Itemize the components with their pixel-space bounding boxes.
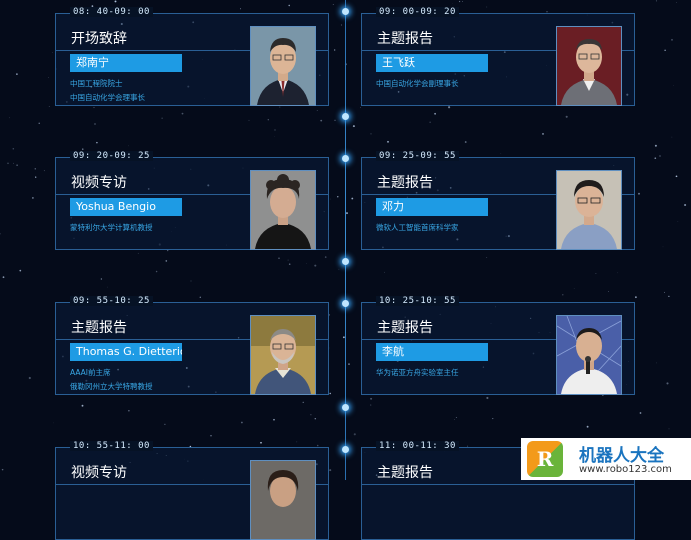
timeline-node <box>342 8 349 15</box>
speaker-description: 中国工程院院士中国自动化学会理事长 <box>70 77 145 105</box>
session-title: 主题报告 <box>71 317 127 337</box>
session-card[interactable]: 09: 25-09: 55 主题报告 邓力 微软人工智能首席科学家 <box>361 157 635 250</box>
session-title: 视频专访 <box>71 462 127 482</box>
site-watermark: R 机器人大全 www.robo123.com <box>521 438 691 480</box>
session-card[interactable]: 09: 00-09: 20 主题报告 王飞跃 中国自动化学会副理事长 <box>361 13 635 106</box>
timeline-node <box>342 446 349 453</box>
speaker-name: 李航 <box>376 343 488 361</box>
session-time: 10: 55-11: 00 <box>70 441 153 451</box>
session-title: 主题报告 <box>377 317 433 337</box>
timeline-node <box>342 404 349 411</box>
speaker-name: Thomas G. Dietterich <box>70 343 182 361</box>
watermark-logo: R <box>527 441 563 477</box>
watermark-url: www.robo123.com <box>579 464 672 475</box>
speaker-name: 邓力 <box>376 198 488 216</box>
session-time: 09: 25-09: 55 <box>376 151 459 161</box>
session-time: 11: 00-11: 30 <box>376 441 459 451</box>
session-time: 08: 40-09: 00 <box>70 7 153 17</box>
timeline-node <box>342 258 349 265</box>
speaker-photo <box>250 460 316 540</box>
timeline-node <box>342 113 349 120</box>
session-title: 主题报告 <box>377 28 433 48</box>
speaker-description: 蒙特利尔大学计算机教授 <box>70 221 153 235</box>
session-card[interactable]: 10: 55-11: 00 视频专访 <box>55 447 329 540</box>
session-time: 09: 55-10: 25 <box>70 296 153 306</box>
session-title: 主题报告 <box>377 462 433 482</box>
timeline-node <box>342 155 349 162</box>
speaker-photo <box>250 26 316 106</box>
speaker-photo <box>556 26 622 106</box>
session-time: 09: 20-09: 25 <box>70 151 153 161</box>
speaker-photo <box>556 315 622 395</box>
speaker-name: Yoshua Bengio <box>70 198 182 216</box>
speaker-description: AAAI前主席俄勒冈州立大学特聘教授 <box>70 366 153 394</box>
session-card[interactable]: 08: 40-09: 00 开场致辞 郑南宁 中国工程院院士中国自动化学会理事长 <box>55 13 329 106</box>
session-title: 开场致辞 <box>71 28 127 48</box>
watermark-title: 机器人大全 <box>579 441 664 466</box>
session-card[interactable]: 09: 55-10: 25 主题报告 Thomas G. Dietterich … <box>55 302 329 395</box>
session-card[interactable]: 09: 20-09: 25 视频专访 Yoshua Bengio 蒙特利尔大学计… <box>55 157 329 250</box>
speaker-name: 王飞跃 <box>376 54 488 72</box>
speaker-description: 微软人工智能首席科学家 <box>376 221 459 235</box>
speaker-description: 中国自动化学会副理事长 <box>376 77 459 91</box>
speaker-name: 郑南宁 <box>70 54 182 72</box>
session-time: 10: 25-10: 55 <box>376 296 459 306</box>
timeline-node <box>342 300 349 307</box>
session-title: 主题报告 <box>377 172 433 192</box>
session-title: 视频专访 <box>71 172 127 192</box>
speaker-photo <box>250 315 316 395</box>
session-time: 09: 00-09: 20 <box>376 7 459 17</box>
session-card[interactable]: 10: 25-10: 55 主题报告 李航 华为诺亚方舟实验室主任 <box>361 302 635 395</box>
speaker-photo <box>250 170 316 250</box>
speaker-description: 华为诺亚方舟实验室主任 <box>376 366 459 380</box>
speaker-photo <box>556 170 622 250</box>
